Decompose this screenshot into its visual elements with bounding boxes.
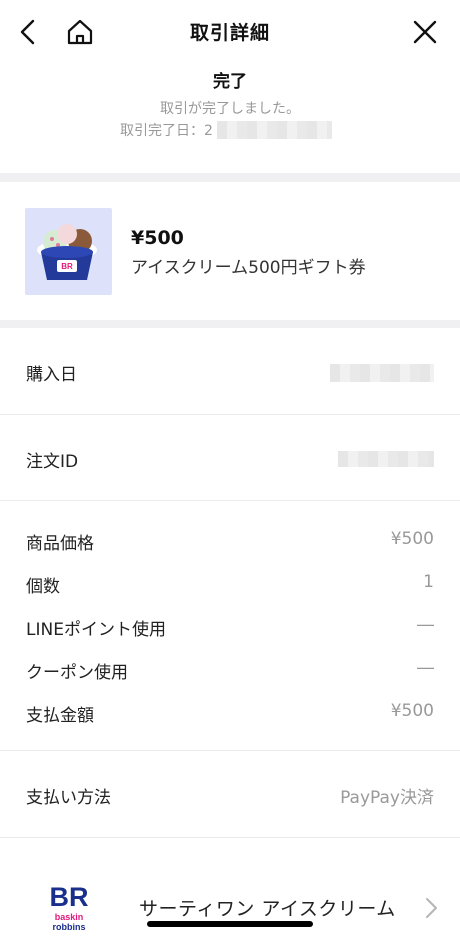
coupon-label: クーポン使用 [26, 663, 128, 683]
item-price-value: ¥500 [390, 529, 434, 549]
line-points-value: ― [417, 615, 434, 635]
page-title: 取引詳細 [189, 22, 270, 44]
svg-text:BR: BR [50, 882, 89, 912]
divider [0, 414, 460, 415]
payment-method-value: PayPay決済 [340, 788, 434, 808]
svg-text:robbins: robbins [53, 922, 86, 932]
payment-method-label: 支払い方法 [26, 788, 111, 808]
status-title: 完了 [213, 72, 247, 92]
ice-cream-cup-icon: BR [37, 224, 97, 280]
chevron-right-icon [426, 898, 437, 918]
line-points-label: LINEポイント使用 [26, 620, 166, 640]
completion-date: 取引完了日：2 [120, 120, 332, 140]
section-gap [0, 173, 460, 182]
total-label: 支払金額 [26, 706, 94, 726]
order-id-label: 注文ID [26, 452, 79, 472]
product-price: ¥500 [131, 227, 184, 249]
item-price-label: 商品価格 [26, 534, 94, 554]
order-id-value [338, 451, 434, 467]
divider [0, 500, 460, 501]
quantity-label: 個数 [26, 577, 60, 597]
divider [0, 750, 460, 751]
baskin-robbins-logo: BR baskin robbins [40, 878, 98, 936]
svg-text:baskin: baskin [55, 912, 84, 922]
product-image: BR [25, 208, 112, 295]
close-icon [413, 20, 437, 44]
blurred-date [216, 121, 332, 139]
shop-name: サーティワン アイスクリーム [139, 898, 396, 920]
home-indicator [147, 921, 313, 927]
completion-date-label: 取引完了日：2 [120, 123, 213, 139]
total-value: ¥500 [390, 701, 434, 721]
status-message: 取引が完了しました。 [160, 101, 300, 117]
top-bar: 取引詳細 [0, 0, 460, 62]
quantity-value: 1 [423, 572, 434, 592]
purchase-date-value [330, 364, 434, 382]
product-name: アイスクリーム500円ギフト券 [131, 258, 366, 278]
coupon-value: ― [417, 658, 434, 678]
section-gap [0, 320, 460, 328]
svg-text:BR: BR [61, 262, 73, 271]
close-button[interactable] [407, 14, 443, 50]
purchase-date-label: 購入日 [26, 365, 77, 385]
product-card[interactable]: BR ¥500 アイスクリーム500円ギフト券 [0, 182, 460, 320]
